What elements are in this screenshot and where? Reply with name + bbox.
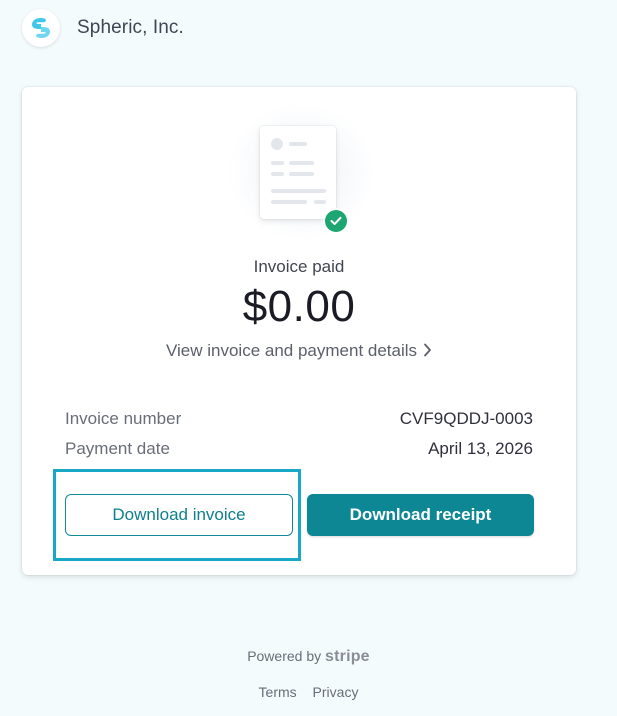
doc-line bbox=[271, 189, 326, 193]
chevron-right-icon bbox=[423, 342, 432, 362]
doc-line bbox=[271, 200, 307, 204]
download-invoice-button[interactable]: Download invoice bbox=[65, 494, 293, 536]
invoice-number-value: CVF9QDDJ-0003 bbox=[399, 409, 533, 428]
invoice-amount: $0.00 bbox=[242, 282, 356, 331]
company-name: Spheric, Inc. bbox=[77, 17, 184, 38]
payment-date-label: Payment date bbox=[65, 439, 170, 458]
doc-avatar-dot bbox=[271, 138, 283, 150]
terms-link[interactable]: Terms bbox=[259, 684, 297, 700]
doc-line bbox=[289, 172, 314, 176]
doc-line bbox=[289, 161, 314, 165]
details-link-label: View invoice and payment details bbox=[165, 341, 418, 360]
powered-by-label: Powered by bbox=[247, 648, 322, 664]
payment-date-value: April 13, 2026 bbox=[428, 439, 533, 458]
paid-check-icon bbox=[323, 208, 349, 234]
privacy-link[interactable]: Privacy bbox=[313, 684, 359, 700]
powered-by-stripe: Powered by stripe bbox=[0, 648, 617, 666]
invoice-number-label: Invoice number bbox=[65, 409, 182, 428]
stripe-logo[interactable]: stripe bbox=[325, 648, 370, 665]
doc-line bbox=[314, 200, 326, 204]
merchant-header: Spheric, Inc. bbox=[22, 9, 184, 47]
company-logo-icon bbox=[22, 9, 60, 47]
view-invoice-details-link[interactable]: View invoice and payment details bbox=[22, 341, 576, 362]
doc-line bbox=[271, 161, 284, 165]
invoice-number-row: Invoice number CVF9QDDJ-0003 bbox=[65, 409, 533, 429]
invoice-card: Invoice paid $0.00 View invoice and paym… bbox=[22, 87, 576, 575]
invoice-status-label: Invoice paid bbox=[253, 257, 345, 276]
invoice-document-icon bbox=[260, 126, 336, 219]
footer-links: Terms Privacy bbox=[0, 684, 617, 700]
doc-line bbox=[289, 142, 307, 146]
payment-date-row: Payment date April 13, 2026 bbox=[65, 439, 533, 459]
download-receipt-button[interactable]: Download receipt bbox=[307, 494, 534, 536]
doc-line bbox=[271, 172, 284, 176]
